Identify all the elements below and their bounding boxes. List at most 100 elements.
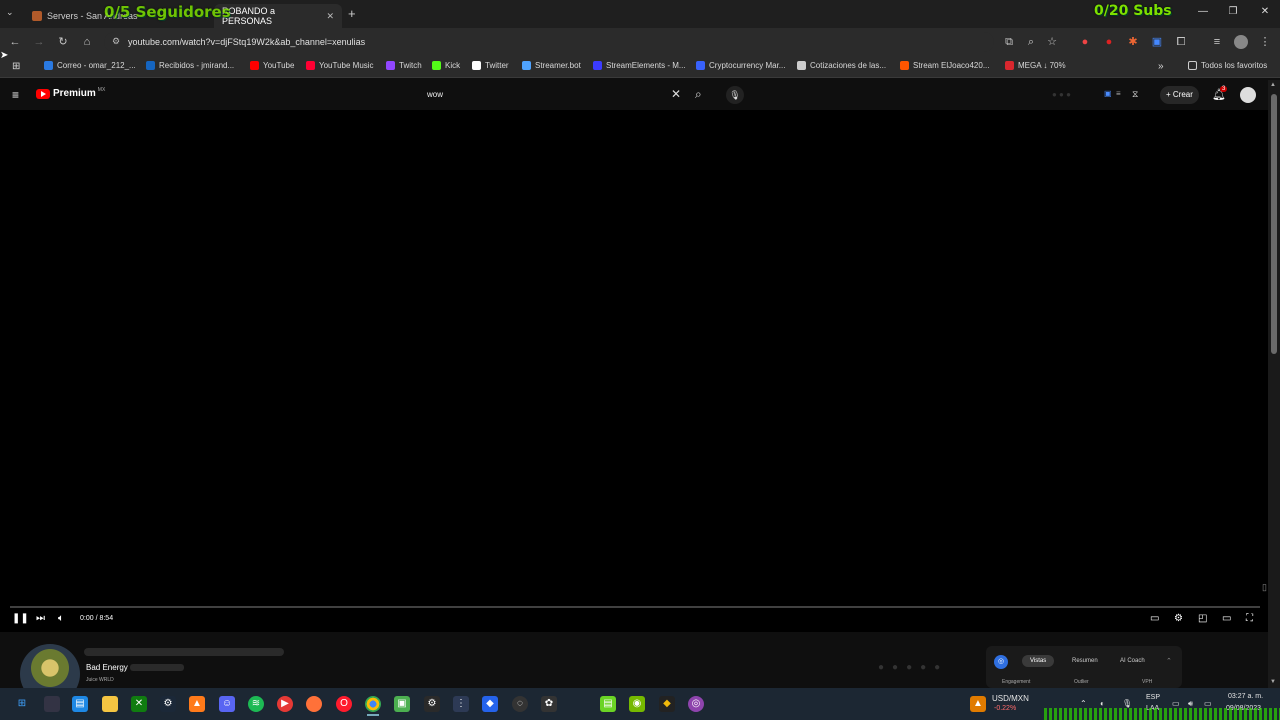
scrollbar-thumb[interactable] [1271,94,1277,354]
steam-icon[interactable]: ⚙ [160,696,176,712]
bookmark-item[interactable]: Twitter [472,61,509,70]
list-icon[interactable]: ≡ [1116,89,1121,98]
bookmark-favicon-icon [386,61,395,70]
search-input[interactable]: wow [418,84,690,104]
bookmark-star-icon[interactable]: ☆ [1045,35,1059,49]
bookmark-item[interactable]: Streamer.bot [522,61,581,70]
youtube-logo[interactable]: Premium MX [36,87,105,99]
bookmark-item[interactable]: Stream ElJoaco420... [900,61,989,70]
new-tab-button[interactable]: + [348,6,356,21]
close-tab-icon[interactable]: ✕ [326,11,334,22]
bookmark-item[interactable]: YouTube Music [306,61,374,70]
file-explorer-icon[interactable] [102,696,118,712]
account-avatar[interactable] [1240,87,1256,103]
bookmark-item[interactable]: Twitch [386,61,422,70]
bookmark-item[interactable]: Recibidos - jmirand... [146,61,234,70]
clock-time[interactable]: 03:27 a. m. [1228,693,1263,700]
app-purple-icon[interactable]: ◎ [688,696,704,712]
extension-icon[interactable]: ✱ [1126,35,1140,49]
app-lime-icon[interactable]: ▤ [600,696,616,712]
nvidia-icon[interactable]: ◉ [629,696,645,712]
address-bar[interactable]: ⚙ youtube.com/watch?v=djFStq19W2k&ab_cha… [104,32,994,52]
binance-icon[interactable]: ◆ [659,696,675,712]
scroll-up-icon[interactable]: ▲ [1270,82,1276,88]
audio-app-icon[interactable]: ⋮ [453,696,469,712]
timer-icon[interactable]: ⧖ [1132,89,1138,100]
cast-icon[interactable]: ▣ [1104,89,1112,98]
clear-search-icon[interactable]: ✕ [671,87,681,101]
zoom-icon[interactable]: ⌕ [1024,35,1038,49]
network-icon[interactable]: ▭ [1172,699,1180,708]
back-icon[interactable]: ← [8,35,22,49]
tab-list-button[interactable]: ⌄ [6,7,14,18]
home-icon[interactable]: ⌂ [80,35,94,49]
language-top[interactable]: ESP [1146,694,1160,701]
more-bookmarks-icon[interactable]: » [1158,61,1164,72]
firefox-icon[interactable] [306,696,322,712]
volume-icon[interactable]: 🔈︎ [58,612,64,626]
tray-overflow-icon[interactable]: ⌃ [1080,699,1087,708]
video-player[interactable] [0,110,1268,632]
subtitles-icon[interactable]: ▭ [1150,612,1159,626]
hamburger-menu-icon[interactable]: ≡ [12,88,19,102]
scroll-down-icon[interactable]: ▼ [1270,679,1276,685]
tray-icon[interactable]: ◐ [1100,699,1105,708]
tab-resumen[interactable]: Resumen [1072,658,1098,664]
bookmark-item[interactable]: Cotizaciones de las... [797,61,886,70]
extensions-puzzle-icon[interactable]: ⧠ [1174,35,1188,49]
bookmark-item[interactable]: Correo - omar_212_... [44,61,136,70]
close-window-button[interactable]: ✕ [1250,6,1280,17]
apps-grid-icon[interactable]: ⊞ [12,61,20,72]
app-red-icon[interactable]: ▶ [277,696,293,712]
tab-youtube-video[interactable]: ROBANDO a PERSONAS ✕ [214,4,342,28]
mic-icon[interactable]: 🎙 [1122,699,1132,708]
settings-gear-icon[interactable]: ⚙ [1174,612,1183,626]
bookmark-item[interactable]: Cryptocurrency Mar... [696,61,785,70]
windows-start-icon[interactable]: ⊞ [14,696,30,712]
davinci-icon[interactable]: ✿ [541,696,557,712]
steelseries-icon[interactable]: ⚙ [424,696,440,712]
battery-icon[interactable]: ▭ [1204,699,1212,708]
app-blue-icon[interactable]: ◆ [482,696,498,712]
extension-icon[interactable]: ● [1102,35,1116,49]
app-icon[interactable]: ▤ [72,696,88,712]
maximize-button[interactable]: ❐ [1218,6,1248,17]
extension-icon[interactable]: ● [1078,35,1092,49]
miniplayer-icon[interactable]: ◰ [1198,612,1207,626]
forward-icon[interactable]: → [32,35,46,49]
bookmark-item[interactable]: YouTube [250,61,294,70]
task-view-icon[interactable] [44,696,60,712]
voice-search-mic-icon[interactable]: 🎙 [726,86,744,104]
theater-mode-icon[interactable]: ▭ [1222,612,1231,626]
page-scrollbar[interactable] [1268,80,1280,688]
app-green-icon[interactable]: ▣ [394,696,410,712]
create-button[interactable]: + Crear [1160,86,1199,104]
opera-icon[interactable]: O [336,696,352,712]
progress-bar[interactable] [10,606,1260,608]
site-info-icon[interactable]: ⚙ [112,36,120,47]
reading-list-icon[interactable]: ≡ [1210,35,1224,49]
next-icon[interactable]: ⏭ [36,612,45,626]
bookmark-item[interactable]: MEGA ↓ 70% [1005,61,1066,70]
search-icon[interactable]: ⌕ [695,87,702,102]
extension-icon[interactable]: ▣ [1150,35,1164,49]
install-app-icon[interactable]: ⧉ [1002,35,1016,49]
menu-kebab-icon[interactable]: ⋮ [1258,35,1272,49]
tab-ai-coach[interactable]: AI Coach [1120,658,1145,664]
app-circle-icon[interactable]: ◌ [512,696,528,712]
discord-icon[interactable]: ☺ [219,696,235,712]
tab-vistas[interactable]: Vistas [1022,655,1055,667]
reload-icon[interactable]: ↻ [56,35,70,49]
spotify-icon[interactable]: ≋ [248,696,264,712]
bookmark-item[interactable]: Kick [432,61,460,70]
bookmark-item[interactable]: StreamElements - M... [593,61,686,70]
minimize-button[interactable]: — [1188,6,1218,17]
xbox-icon[interactable]: ✕ [131,696,147,712]
profile-avatar-icon[interactable] [1234,35,1248,49]
pause-icon[interactable]: ❚❚ [12,612,29,626]
all-bookmarks-folder[interactable]: Todos los favoritos [1188,61,1267,70]
app-orange-icon[interactable]: ▲ [189,696,205,712]
fullscreen-icon[interactable]: ⛶ [1246,612,1253,626]
collapse-chevron-icon[interactable]: ⌃ [1166,657,1172,665]
chrome-icon[interactable] [365,696,381,712]
